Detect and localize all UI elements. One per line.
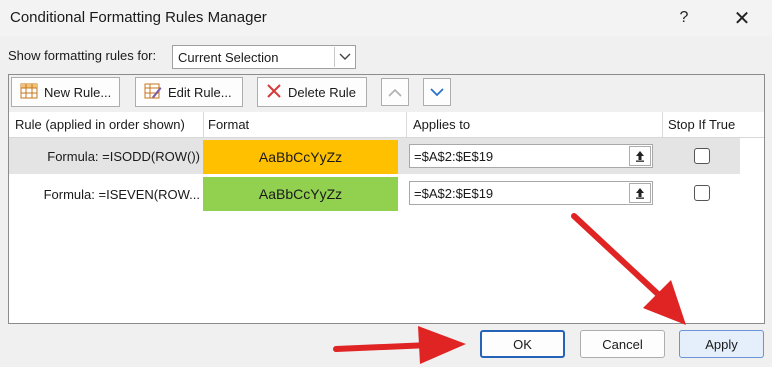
rule-formula[interactable]: Formula: =ISEVEN(ROW... xyxy=(9,187,202,202)
show-rules-label: Show formatting rules for: xyxy=(8,48,157,63)
ok-button[interactable]: OK xyxy=(480,330,565,358)
column-header-stop-if-true: Stop If True xyxy=(663,112,764,138)
collapse-arrow-icon xyxy=(636,151,644,162)
format-preview: AaBbCcYyZz xyxy=(203,177,398,211)
chevron-down-icon[interactable] xyxy=(334,47,354,67)
stop-if-true-checkbox[interactable] xyxy=(694,185,710,201)
move-down-button[interactable] xyxy=(423,78,451,106)
range-select-button[interactable] xyxy=(629,183,651,203)
chevron-down-icon xyxy=(430,87,444,96)
applies-to-input[interactable]: =$A$2:$E$19 xyxy=(409,181,653,205)
cancel-button[interactable]: Cancel xyxy=(580,330,665,358)
edit-rule-icon xyxy=(144,83,162,102)
edit-rule-button[interactable]: Edit Rule... xyxy=(135,77,243,107)
column-header-rule: Rule (applied in order shown) xyxy=(9,112,204,138)
format-preview: AaBbCcYyZz xyxy=(203,140,398,174)
show-rules-selected: Current Selection xyxy=(178,50,279,65)
range-select-button[interactable] xyxy=(629,146,651,166)
delete-rule-button[interactable]: Delete Rule xyxy=(257,77,367,107)
close-button[interactable]: ✕ xyxy=(720,2,764,34)
applies-to-value: =$A$2:$E$19 xyxy=(414,186,494,201)
applies-to-input[interactable]: =$A$2:$E$19 xyxy=(409,144,653,168)
column-header-applies-to: Applies to xyxy=(407,112,663,138)
edit-rule-label: Edit Rule... xyxy=(168,84,232,100)
apply-button[interactable]: Apply xyxy=(679,330,764,358)
window-title: Conditional Formatting Rules Manager xyxy=(10,9,267,26)
delete-x-icon xyxy=(266,83,282,102)
delete-rule-label: Delete Rule xyxy=(288,84,356,100)
stop-if-true-checkbox[interactable] xyxy=(694,148,710,164)
new-rule-label: New Rule... xyxy=(44,84,112,100)
arrow-to-ok-icon xyxy=(333,326,466,364)
help-button[interactable]: ? xyxy=(662,2,706,34)
show-rules-dropdown[interactable]: Current Selection xyxy=(172,45,356,69)
new-rule-button[interactable]: New Rule... xyxy=(11,77,120,107)
collapse-arrow-icon xyxy=(636,188,644,199)
column-header-format: Format xyxy=(204,112,407,138)
move-up-button[interactable] xyxy=(381,78,409,106)
chevron-up-icon xyxy=(388,88,402,97)
applies-to-value: =$A$2:$E$19 xyxy=(414,149,494,164)
new-rule-icon xyxy=(20,83,38,102)
rule-formula[interactable]: Formula: =ISODD(ROW()) xyxy=(9,149,202,164)
